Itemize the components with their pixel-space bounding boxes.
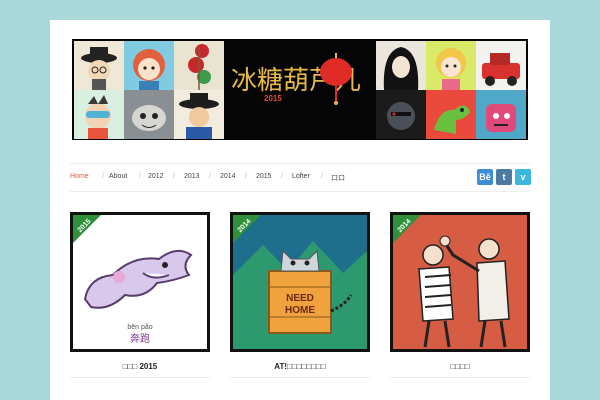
banner-tile-pink-monster: [476, 90, 526, 139]
banner-tile-grey-creature: [124, 90, 174, 139]
nav-item-home[interactable]: Home: [70, 173, 89, 180]
nav-item-extra[interactable]: 口口: [331, 173, 345, 183]
post-title-1[interactable]: □□□ 2015: [70, 362, 210, 371]
divider: [230, 377, 370, 378]
nav-item-lofter[interactable]: Lofter: [292, 173, 310, 180]
nav-item-2015[interactable]: 2015: [256, 173, 272, 180]
page-container: 冰糖葫芦儿 2015 Home / About / 2012 / 2013 / …: [50, 20, 550, 400]
banner-tile-hat-man: [74, 41, 124, 90]
banner-tile-goggles-boy: [74, 90, 124, 139]
main-nav: Home / About / 2012 / 2013 / 2014 / 2015…: [70, 163, 531, 192]
nav-separator: /: [139, 173, 141, 180]
nav-separator: /: [209, 173, 211, 180]
banner-tile-armored-knight: [376, 90, 426, 139]
nav-separator: /: [281, 173, 283, 180]
banner-tile-tanghulu: [174, 41, 224, 90]
caption-hanzi: 奔跑: [130, 332, 150, 345]
nav-separator: /: [245, 173, 247, 180]
lantern-icon: [320, 58, 352, 86]
sign-text-home: HOME: [285, 305, 315, 316]
logo-year: 2015: [264, 94, 282, 103]
banner-tile-red-vehicle: [476, 41, 526, 90]
post-card-3[interactable]: 2014: [390, 212, 530, 352]
banner-tile-red-hair-girl: [124, 41, 174, 90]
nav-separator: /: [173, 173, 175, 180]
post-image-cat-in-box: NEED HOME 2014: [233, 215, 367, 349]
post-image-boxing-figures: 2014: [393, 215, 527, 349]
banner-tile-black-hair-girl: [376, 41, 426, 90]
nav-separator: /: [102, 173, 104, 180]
nav-item-2014[interactable]: 2014: [220, 173, 236, 180]
nav-item-about[interactable]: About: [109, 173, 127, 180]
banner-tile-yellow-girl: [426, 41, 476, 90]
post-image-running-creature: bēn pǎo 奔跑 2015: [73, 215, 207, 349]
banner-tile-blue-hat: [174, 90, 224, 139]
nav-item-2013[interactable]: 2013: [184, 173, 200, 180]
banner-logo[interactable]: 冰糖葫芦儿 2015: [224, 39, 376, 140]
behance-icon[interactable]: Bē: [477, 169, 493, 185]
vimeo-icon[interactable]: v: [515, 169, 531, 185]
post-card-1[interactable]: bēn pǎo 奔跑 2015: [70, 212, 210, 352]
post-card-2[interactable]: NEED HOME 2014: [230, 212, 370, 352]
post-title-3[interactable]: □□□□: [390, 362, 530, 371]
divider: [390, 377, 530, 378]
divider: [70, 377, 210, 378]
nav-item-2012[interactable]: 2012: [148, 173, 164, 180]
post-title-2[interactable]: AT!□□□□□□□□: [230, 362, 370, 371]
tumblr-icon[interactable]: t: [496, 169, 512, 185]
sign-text-need: NEED: [286, 293, 314, 304]
banner-tile-green-dragon: [426, 90, 476, 139]
header-banner[interactable]: 冰糖葫芦儿 2015: [72, 39, 528, 140]
caption-pinyin: bēn pǎo: [127, 324, 152, 331]
nav-separator: /: [321, 173, 323, 180]
